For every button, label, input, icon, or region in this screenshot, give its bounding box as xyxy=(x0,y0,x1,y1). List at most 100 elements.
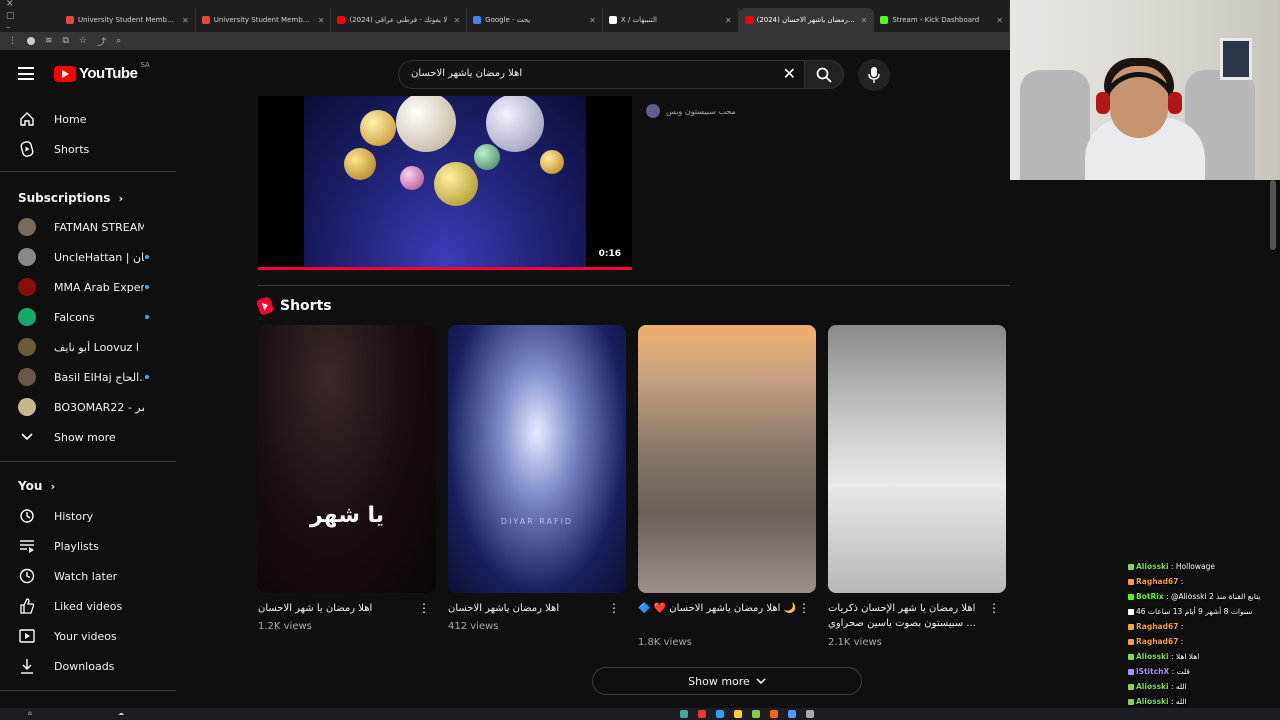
tab-close-icon[interactable]: ✕ xyxy=(996,16,1003,25)
shorts-heading: Shorts xyxy=(280,298,332,314)
screen: ✕ ▢ – University Student Membersh ✕ Univer… xyxy=(0,0,1280,720)
browser-tab[interactable]: X / التنبيهات ✕ xyxy=(603,8,739,32)
channel-avatar xyxy=(18,218,36,236)
search-icon xyxy=(816,67,832,83)
voice-search-button[interactable] xyxy=(858,59,890,91)
subscriptions-heading[interactable]: Subscriptions › xyxy=(18,191,123,205)
channel-avatar xyxy=(18,338,36,356)
extension-icon[interactable]: ≋ xyxy=(45,36,53,46)
profile-avatar[interactable] xyxy=(27,37,35,45)
sidebar-item-shorts[interactable]: Shorts xyxy=(0,134,176,164)
browser-tab[interactable]: University Student Membersh ✕ xyxy=(196,8,332,32)
hamburger-menu-icon[interactable] xyxy=(18,67,34,80)
subscription-item[interactable]: FATMAN STREAMS xyxy=(0,212,176,242)
more-options-icon[interactable]: ⋮ xyxy=(418,602,430,614)
short-card[interactable]: اهلا رمضان يا شهر الإحسان ذكريات سبيستون… xyxy=(828,325,1006,648)
sidebar-show-more[interactable]: Show more xyxy=(0,422,176,452)
more-options-icon[interactable]: ⋮ xyxy=(988,602,1000,614)
sidebar-item-label: Shorts xyxy=(54,142,90,156)
scrollbar-thumb[interactable] xyxy=(1270,180,1276,250)
tab-close-icon[interactable]: ✕ xyxy=(182,16,189,25)
chat-badge-icon xyxy=(1128,684,1134,690)
subscription-item[interactable]: Falcons xyxy=(0,302,176,332)
short-card[interactable]: DIYAR RAFID اهلا رمضان ياشهر الاحسان 412 v… xyxy=(448,325,626,632)
short-card[interactable]: يا شهر اهلا رمضان يا شهر الاحسان 1.2K view… xyxy=(258,325,436,632)
new-content-dot xyxy=(145,315,149,319)
short-thumbnail[interactable]: DIYAR RAFID xyxy=(448,325,626,593)
video-channel[interactable]: محب سبيستون وبس xyxy=(646,104,736,118)
share-icon[interactable]: ⤴ xyxy=(97,35,106,48)
subscription-item[interactable]: BO3OMAR22 - ابوعمر xyxy=(0,392,176,422)
search-input[interactable]: اهلا رمضان ياشهر الاحسان ✕ xyxy=(398,60,804,89)
sidebar-item-watch-later[interactable]: Watch later xyxy=(0,561,176,591)
short-title[interactable]: اهلا رمضان يا شهر الإحسان ذكريات سبيستون… xyxy=(828,601,988,631)
channel-name[interactable]: محب سبيستون وبس xyxy=(666,107,736,116)
bookmark-star-icon[interactable]: ☆ xyxy=(79,36,87,46)
chat-text: @Aliosski 2 يتابع القناة منذ xyxy=(1170,592,1261,601)
short-thumbnail[interactable] xyxy=(638,325,816,593)
chevron-down-icon xyxy=(18,428,36,446)
taskbar-clock: ⌂ xyxy=(28,710,32,717)
new-content-dot xyxy=(145,375,149,379)
sidebar-item-history[interactable]: History xyxy=(0,501,176,531)
chevron-right-icon: › xyxy=(50,480,56,493)
short-thumbnail[interactable] xyxy=(828,325,1006,593)
close-window-icon[interactable]: ✕ xyxy=(6,0,60,9)
microphone-icon xyxy=(868,67,880,83)
chat-text: اهلا اهلا xyxy=(1175,652,1200,661)
subscription-item[interactable]: أبو نايف Loovuz l xyxy=(0,332,176,362)
restore-window-icon[interactable]: ▢ xyxy=(6,11,60,21)
copy-icon[interactable]: ⧉ xyxy=(63,36,69,46)
subscription-item[interactable]: Basil ElHaj الحاج... xyxy=(0,362,176,392)
chat-badge-icon xyxy=(1128,669,1134,675)
menu-dots-icon[interactable]: ⋮ xyxy=(8,36,17,46)
chat-badge-icon xyxy=(1128,579,1134,585)
subscription-label: Basil ElHaj الحاج... xyxy=(54,370,144,384)
short-card[interactable]: 🔷 ❤️ اهلا رمضان ياشهر الاحسان 🌙 1.8K view… xyxy=(638,325,816,648)
tab-close-icon[interactable]: ✕ xyxy=(589,16,596,25)
playlists-icon xyxy=(18,537,36,555)
chat-username: Aliosski xyxy=(1136,652,1169,661)
browser-tab[interactable]: (2024) لا يفوتك - فرطني عراقي ✕ xyxy=(331,8,468,32)
browser-tab[interactable]: Stream - Kick Dashboard ✕ xyxy=(874,8,1010,32)
stream-chat-overlay: Aliosski : Hollowage Raghad67 : BotRix : … xyxy=(1128,560,1280,710)
channel-avatar[interactable] xyxy=(646,104,660,118)
subscription-item[interactable]: UncleHattan | هتّان xyxy=(0,242,176,272)
chat-text: Hollowage xyxy=(1175,562,1215,571)
tab-close-icon[interactable]: ✕ xyxy=(861,16,868,25)
tab-close-icon[interactable]: ✕ xyxy=(725,16,732,25)
sidebar-item-home[interactable]: Home xyxy=(0,104,176,134)
sidebar-item-label: Downloads xyxy=(54,659,115,673)
youtube-logo[interactable]: YouTube SA xyxy=(54,61,150,82)
sidebar-item-downloads[interactable]: Downloads xyxy=(0,651,176,681)
browser-toolbar: ⋮ ≋ ⧉ ☆ ⤴ ⌕ xyxy=(0,32,1010,50)
clear-search-icon[interactable]: ✕ xyxy=(783,64,796,83)
tab-close-icon[interactable]: ✕ xyxy=(453,16,460,25)
zoom-icon[interactable]: ⌕ xyxy=(116,36,121,46)
tab-favicon-icon xyxy=(201,16,210,24)
more-options-icon[interactable]: ⋮ xyxy=(798,602,810,614)
sidebar-divider xyxy=(0,171,176,172)
home-icon xyxy=(18,110,36,128)
show-more-label: Show more xyxy=(54,430,116,444)
new-content-dot xyxy=(145,285,149,289)
browser-tab[interactable]: (2024) اهلا رمضان ياشهر الاحسان ✕ xyxy=(738,8,875,32)
sidebar-item-playlists[interactable]: Playlists xyxy=(0,531,176,561)
subscription-item[interactable]: MMA Arab Exper... xyxy=(0,272,176,302)
shorts-show-more-button[interactable]: Show more xyxy=(592,667,862,695)
sidebar-item-liked-videos[interactable]: Liked videos xyxy=(0,591,176,621)
tab-close-icon[interactable]: ✕ xyxy=(318,16,325,25)
search-button[interactable] xyxy=(804,60,844,89)
chat-message: Raghad67 : xyxy=(1128,620,1280,634)
short-thumbnail[interactable]: يا شهر xyxy=(258,325,436,593)
video-thumbnail[interactable]: 0:16 xyxy=(258,96,632,270)
browser-tab[interactable]: University Student Membersh ✕ xyxy=(60,8,196,32)
short-title[interactable]: 🔷 ❤️ اهلا رمضان ياشهر الاحسان 🌙 xyxy=(638,601,798,631)
more-options-icon[interactable]: ⋮ xyxy=(608,602,620,614)
browser-tab[interactable]: Google - يحث ✕ xyxy=(467,8,603,32)
country-code: SA xyxy=(140,61,150,69)
chat-message: Aliosski : الله xyxy=(1128,680,1280,694)
you-heading[interactable]: You › xyxy=(18,479,55,493)
tab-label: (2024) اهلا رمضان ياشهر الاحسان xyxy=(756,16,857,24)
sidebar-item-your-videos[interactable]: Your videos xyxy=(0,621,176,651)
